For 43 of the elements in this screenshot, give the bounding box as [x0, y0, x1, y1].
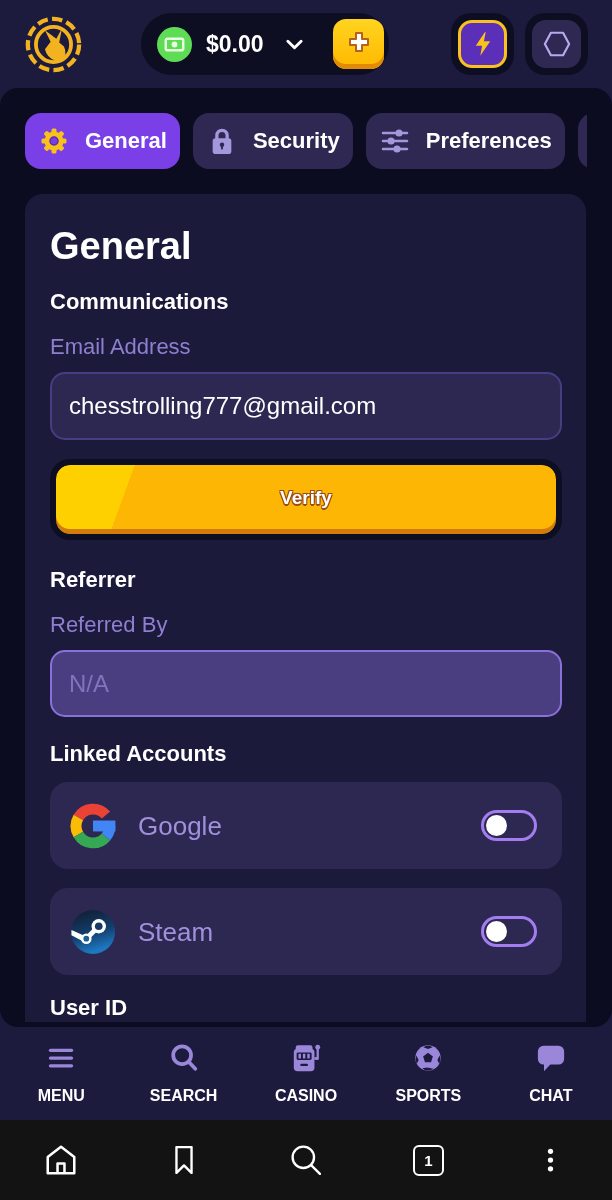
- tab-count-button[interactable]: 1: [412, 1144, 444, 1176]
- page-title: General: [50, 224, 193, 269]
- field-label: Email Address: [50, 334, 192, 360]
- tab[interactable]: Security: [192, 113, 353, 169]
- toggle-switch[interactable]: [481, 916, 537, 947]
- search-icon: [168, 1043, 199, 1073]
- section-heading: Communications: [50, 289, 230, 315]
- chevron-down-icon[interactable]: [285, 38, 303, 50]
- nav-button[interactable]: CASINO: [274, 1027, 338, 1106]
- slot-machine-icon: [291, 1043, 321, 1073]
- chat-bubble-icon: [535, 1043, 566, 1073]
- email-field[interactable]: chesstrolling777@gmail.com: [50, 372, 562, 440]
- google-icon: [70, 802, 116, 849]
- add-funds-button[interactable]: [333, 19, 384, 69]
- cash-icon: [157, 26, 192, 62]
- lightning-icon: [473, 31, 492, 57]
- logo-icon: [25, 15, 82, 73]
- nav-button[interactable]: CHAT: [529, 1027, 573, 1106]
- section-heading: Linked Accounts: [50, 741, 228, 767]
- section-heading: Referrer: [50, 567, 137, 593]
- section-heading: User ID: [50, 996, 129, 1020]
- bookmark-icon[interactable]: [173, 1146, 194, 1174]
- lightning-button[interactable]: [451, 13, 514, 75]
- soccer-ball-icon: [413, 1043, 444, 1073]
- hexagon-icon: [542, 31, 571, 57]
- search-icon[interactable]: [291, 1145, 321, 1175]
- toggle-switch[interactable]: [481, 810, 537, 841]
- field-label: Referred By: [50, 612, 169, 638]
- tab[interactable]: General: [25, 113, 180, 169]
- account-name: Steam: [138, 916, 214, 947]
- more-icon[interactable]: [547, 1147, 555, 1173]
- nav-button[interactable]: MENU: [37, 1027, 85, 1106]
- plus-icon: [347, 31, 370, 53]
- nav-button[interactable]: SPORTS: [395, 1027, 462, 1106]
- home-icon[interactable]: [46, 1145, 77, 1175]
- account-name: Google: [138, 810, 222, 841]
- gear-icon: [40, 127, 68, 155]
- sliders-icon: [380, 127, 409, 155]
- balance-text: $0.00: [206, 30, 264, 58]
- hexagon-button[interactable]: [525, 13, 588, 75]
- nav-button[interactable]: SEARCH: [149, 1027, 218, 1106]
- tab[interactable]: Preferences: [365, 113, 565, 169]
- steam-icon: [70, 908, 116, 955]
